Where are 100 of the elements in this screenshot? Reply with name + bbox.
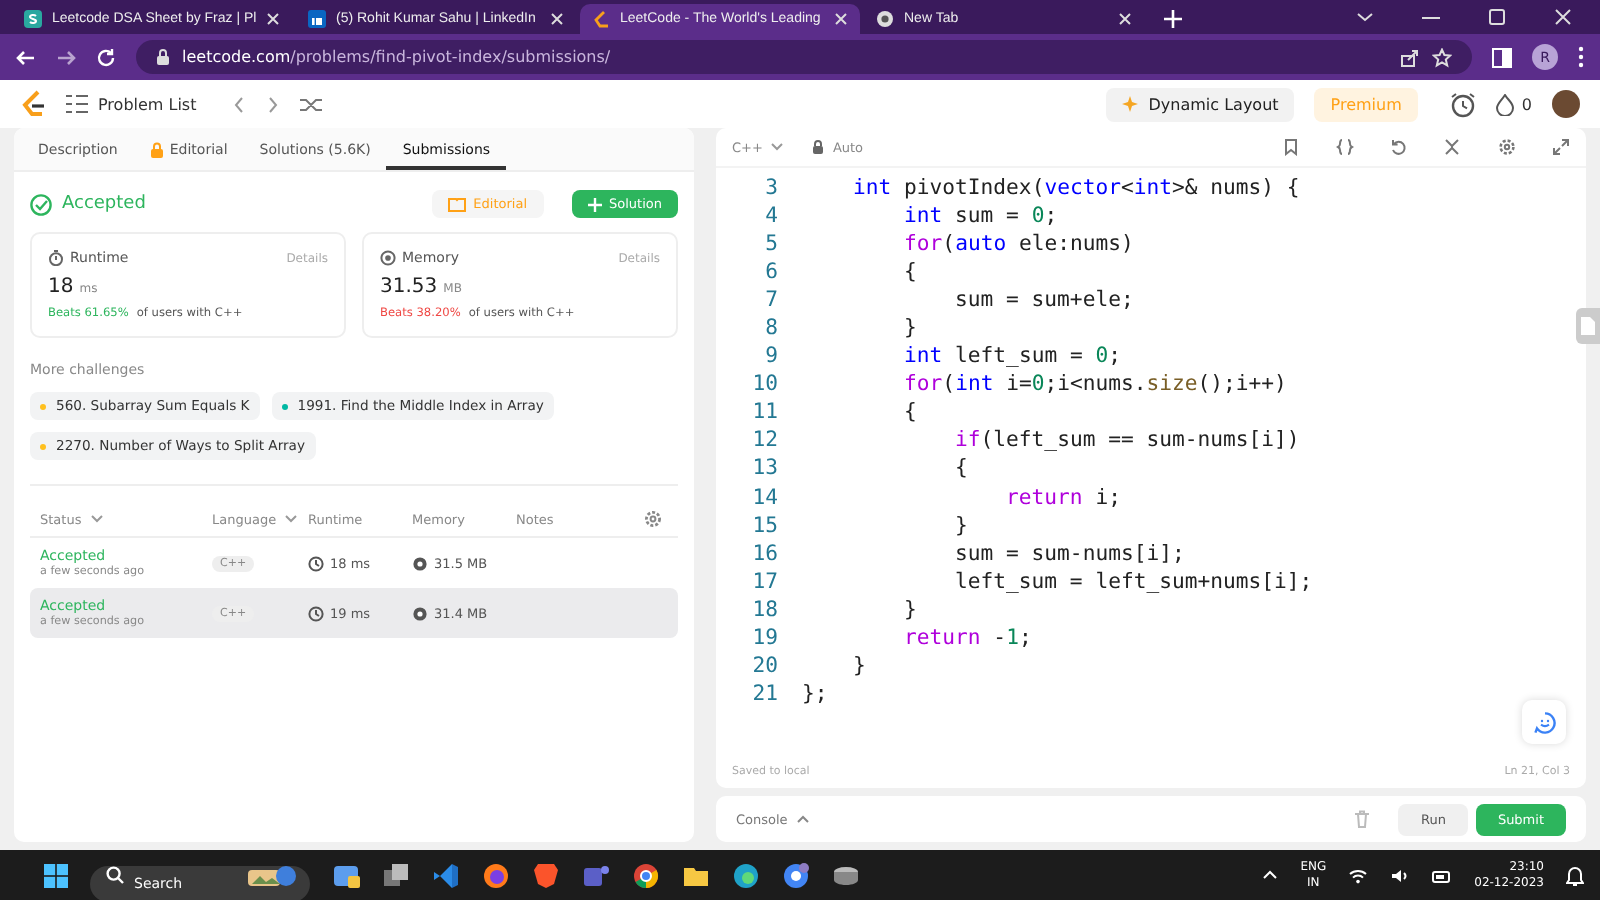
line-number: 8: [763, 316, 780, 341]
chip-icon: [380, 250, 396, 266]
settings-icon[interactable]: [1498, 138, 1516, 156]
code-line: int left_sum = 0;: [902, 344, 1121, 369]
line-number: 21: [750, 681, 780, 706]
stat-value: 31.53: [380, 276, 438, 298]
user-avatar[interactable]: [1552, 90, 1580, 118]
more-icon[interactable]: [1578, 46, 1584, 68]
line-number: 9: [763, 344, 780, 369]
code-line: left_sum = left_sum+nums[i];: [953, 569, 1313, 594]
smiley-chat-icon: [1533, 711, 1555, 733]
code-line: }: [953, 513, 968, 538]
plus-icon: [587, 197, 602, 211]
problem-list-link[interactable]: Problem List: [66, 94, 197, 114]
windows-start-icon[interactable]: [44, 863, 68, 887]
flame-icon: [1495, 93, 1514, 115]
lock-icon: [812, 140, 825, 154]
reset-icon[interactable]: [1390, 138, 1408, 156]
s-logo-icon: [24, 10, 42, 28]
chevron-down-icon: [770, 142, 785, 152]
expand-icon[interactable]: [1552, 138, 1570, 156]
line-number: 11: [750, 400, 780, 425]
chevron-down-icon: [89, 514, 104, 524]
leetcode-logo-icon: [592, 10, 610, 28]
book-icon: [447, 197, 466, 211]
code-line: int pivotIndex(vector<int>& nums) {: [851, 176, 1300, 201]
code-line: {: [902, 260, 917, 285]
chevron-down-icon: [284, 514, 299, 524]
speaker-icon[interactable]: [1390, 867, 1411, 883]
widgets-icon[interactable]: [332, 861, 360, 889]
braces-icon[interactable]: [1336, 138, 1354, 156]
line-number: 12: [750, 428, 780, 453]
code-line: {: [902, 400, 917, 425]
task-view-icon[interactable]: [382, 861, 410, 889]
line-number: 14: [750, 485, 780, 510]
clock-icon: [308, 555, 324, 571]
wifi-icon[interactable]: [1348, 867, 1369, 883]
line-number: 6: [763, 260, 780, 285]
maximize-icon[interactable]: [1488, 8, 1506, 26]
lock-icon: [149, 141, 164, 157]
list-icon: [66, 94, 88, 114]
next-icon[interactable]: [266, 95, 281, 113]
chip-icon: [412, 605, 428, 621]
line-number: 10: [750, 372, 780, 397]
edge-icon[interactable]: [732, 861, 760, 889]
teams-icon[interactable]: [582, 861, 610, 889]
leetcode-logo-icon[interactable]: [20, 89, 46, 119]
firefox-icon[interactable]: [482, 861, 510, 889]
address-field[interactable]: leetcode.com/problems/find-pivot-index/submissions/: [136, 40, 1472, 74]
dynamic-layout-button[interactable]: Dynamic Layout: [1106, 87, 1295, 121]
line-number: 5: [763, 232, 780, 257]
bookmark-icon[interactable]: [1282, 138, 1300, 156]
brave-browser-icon[interactable]: [532, 861, 560, 889]
line-number: 17: [750, 569, 780, 594]
lock-icon: [156, 48, 170, 66]
code-line: sum = sum-nums[i];: [953, 541, 1185, 566]
line-number: 20: [750, 653, 780, 678]
landscape-drawing: [246, 863, 298, 887]
streak-counter[interactable]: 0: [1495, 93, 1532, 115]
alarm-clock-icon[interactable]: [1449, 91, 1476, 117]
line-number: 3: [763, 176, 780, 201]
line-number: 15: [750, 513, 780, 538]
globe-icon: [876, 10, 894, 28]
previous-icon[interactable]: [232, 95, 247, 113]
battery-icon[interactable]: [1432, 867, 1453, 883]
chip-icon: [412, 555, 428, 571]
sidebar-icon[interactable]: [1492, 47, 1512, 67]
clock-icon: [308, 605, 324, 621]
in-logo-icon: [308, 10, 326, 28]
document-icon: [1580, 316, 1596, 336]
check-circle-icon: [30, 193, 52, 215]
chrome-icon[interactable]: [632, 861, 660, 889]
code-line: for(int i=0;i<nums.size();i++): [902, 372, 1287, 397]
close-icon: [550, 12, 564, 26]
close-icon: [266, 12, 281, 26]
shuffle-icon[interactable]: [300, 95, 323, 113]
search-icon: [106, 866, 124, 884]
line-number: 13: [750, 456, 780, 481]
code-line: if(left_sum == sum-nums[i]): [953, 428, 1300, 453]
close-icon: [834, 12, 848, 26]
chevron-up-icon[interactable]: [1262, 870, 1279, 880]
code-line: int sum = 0;: [902, 204, 1058, 229]
back-icon[interactable]: [16, 47, 36, 67]
disk-drive-icon[interactable]: [832, 861, 860, 889]
url-text: leetcode.com/problems/find-pivot-index/submissions/: [182, 48, 613, 66]
chevron-down-icon[interactable]: [1356, 8, 1374, 26]
code-line: for(auto ele:nums): [902, 232, 1134, 257]
new-tab-icon[interactable]: [1164, 10, 1182, 28]
stopwatch-icon: [48, 250, 64, 266]
close-icon[interactable]: [1554, 8, 1572, 26]
reload-icon[interactable]: [96, 47, 116, 67]
code-line: {: [953, 456, 968, 481]
settings-icon[interactable]: [644, 510, 662, 528]
code-editor-app-icon[interactable]: [432, 861, 460, 889]
chevron-up-icon: [795, 814, 810, 824]
bell-icon[interactable]: [1566, 865, 1584, 885]
feedback-button[interactable]: [1522, 700, 1566, 744]
forward-icon[interactable]: [56, 47, 76, 67]
code-line: return i;: [1004, 485, 1121, 510]
code-line: sum = sum+ele;: [953, 288, 1134, 313]
